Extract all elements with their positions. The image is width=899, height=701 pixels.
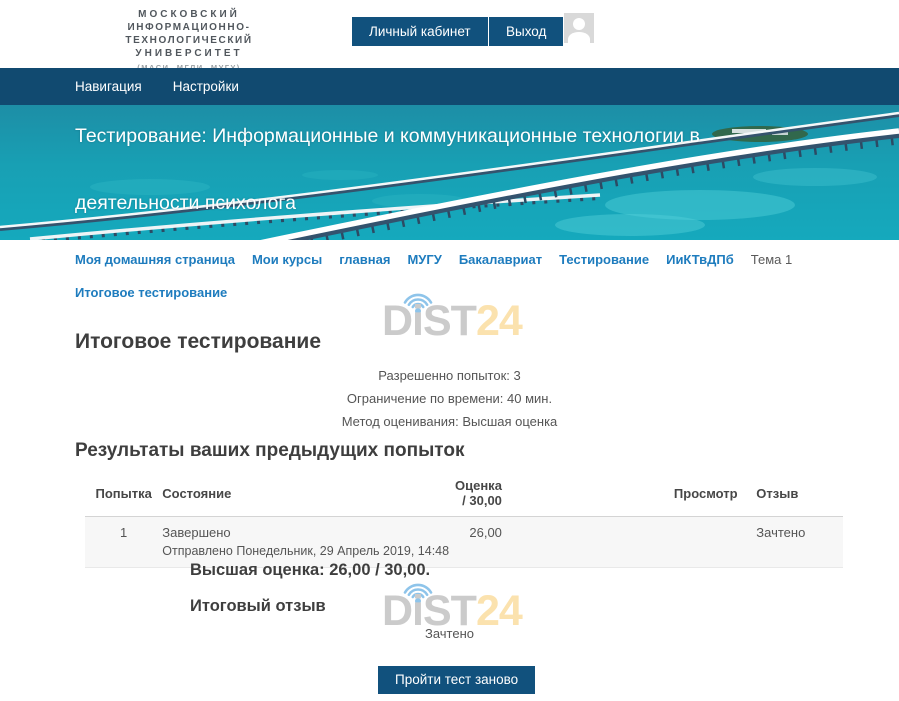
logo-line: УНИВЕРСИТЕТ (70, 47, 308, 60)
quiz-title: Итоговое тестирование (75, 330, 321, 354)
final-feedback-value: Зачтено (0, 626, 899, 641)
dist24-main: DiST (382, 297, 476, 345)
course-banner: Тестирование: Информационные и коммуника… (0, 105, 899, 240)
logo-line: ИНФОРМАЦИОННО-ТЕХНОЛОГИЧЕСКИЙ (70, 21, 308, 47)
attempt-feedback: Зачтено (756, 517, 843, 568)
logout-button[interactable]: Выход (489, 17, 563, 46)
university-logo: МОСКОВСКИЙ ИНФОРМАЦИОННО-ТЕХНОЛОГИЧЕСКИЙ… (70, 8, 308, 73)
attempts-table: Попытка Состояние Оценка / 30,00 Просмот… (85, 471, 843, 568)
final-feedback-heading: Итоговый отзыв (190, 597, 326, 616)
page-title-line1: Тестирование: Информационные и коммуника… (75, 105, 815, 170)
quiz-info: Разрешенно попыток: 3 Ограничение по вре… (0, 364, 899, 433)
page-title-line2: деятельности психолога (75, 170, 815, 237)
time-limit: Ограничение по времени: 40 мин. (0, 387, 899, 410)
attempt-number: 1 (85, 517, 162, 568)
results-heading: Результаты ваших предыдущих попыток (75, 440, 464, 462)
breadcrumb-mugu[interactable]: МУГУ (407, 252, 441, 267)
breadcrumb-course[interactable]: ИиКТвДПб (666, 252, 734, 267)
attempt-state: Завершено (162, 525, 455, 540)
attempts-allowed: Разрешенно попыток: 3 (0, 364, 899, 387)
col-header-feedback: Отзыв (756, 471, 843, 517)
breadcrumb-my-courses[interactable]: Мои курсы (252, 252, 322, 267)
table-header-row: Попытка Состояние Оценка / 30,00 Просмот… (85, 471, 843, 517)
logo-line: МОСКОВСКИЙ (70, 8, 308, 21)
col-header-attempt: Попытка (85, 471, 162, 517)
site-header: МОСКОВСКИЙ ИНФОРМАЦИОННО-ТЕХНОЛОГИЧЕСКИЙ… (0, 0, 899, 68)
grading-method: Метод оценивания: Высшая оценка (0, 410, 899, 433)
attempt-review (632, 517, 756, 568)
main-navbar: Навигация Настройки (0, 68, 899, 105)
user-avatar[interactable] (564, 13, 594, 43)
col-header-grade: Оценка / 30,00 (455, 471, 632, 517)
table-row: 1 Завершено Отправлено Понедельник, 29 А… (85, 517, 843, 568)
nav-item-navigation[interactable]: Навигация (75, 68, 142, 105)
breadcrumb-current-page[interactable]: Итоговое тестирование (75, 285, 227, 300)
retake-quiz-button[interactable]: Пройти тест заново (378, 666, 535, 694)
attempt-state-cell: Завершено Отправлено Понедельник, 29 Апр… (162, 517, 455, 568)
dist24-accent: 24 (476, 297, 522, 345)
best-grade: Высшая оценка: 26,00 / 30,00. (190, 561, 430, 580)
breadcrumb-testing[interactable]: Тестирование (559, 252, 649, 267)
breadcrumb-main[interactable]: главная (339, 252, 390, 267)
personal-cabinet-button[interactable]: Личный кабинет (352, 17, 488, 46)
attempt-submitted: Отправлено Понедельник, 29 Апрель 2019, … (162, 544, 455, 558)
col-header-state: Состояние (162, 471, 455, 517)
breadcrumb-topic: Тема 1 (751, 252, 792, 267)
breadcrumb-home[interactable]: Моя домашняя страница (75, 252, 235, 267)
page-title: Тестирование: Информационные и коммуника… (75, 105, 815, 237)
attempt-grade: 26,00 (455, 517, 632, 568)
dist24-logo-text: DiST24 (382, 296, 522, 346)
col-header-review: Просмотр (632, 471, 756, 517)
nav-item-settings[interactable]: Настройки (173, 68, 239, 105)
breadcrumb: Моя домашняя страница Мои курсы главная … (75, 252, 865, 300)
breadcrumb-bachelor[interactable]: Бакалавриат (459, 252, 542, 267)
quiz-page: МОСКОВСКИЙ ИНФОРМАЦИОННО-ТЕХНОЛОГИЧЕСКИЙ… (0, 0, 899, 701)
